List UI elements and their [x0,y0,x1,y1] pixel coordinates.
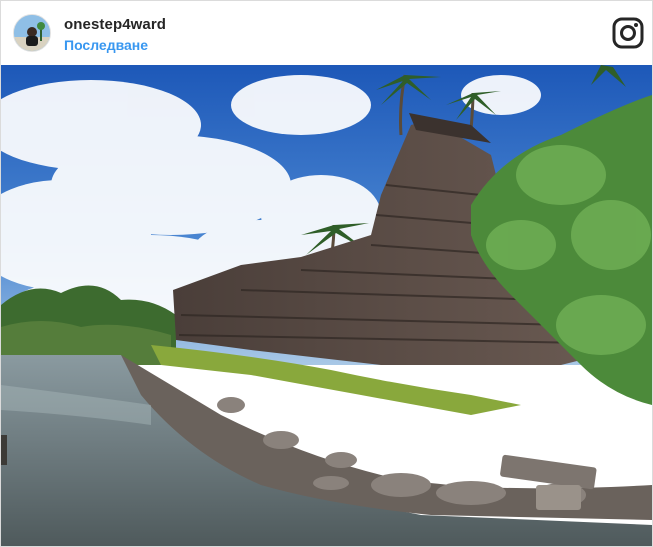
follow-link[interactable]: Последване [64,37,148,53]
post-photo[interactable] [1,65,652,546]
post-header: onestep4ward Последване [1,1,652,65]
instagram-embed: onestep4ward Последване [0,0,653,547]
username-link[interactable]: onestep4ward [64,16,166,33]
user-avatar[interactable] [13,14,51,52]
instagram-icon[interactable] [612,17,644,49]
avatar-image [14,15,50,51]
